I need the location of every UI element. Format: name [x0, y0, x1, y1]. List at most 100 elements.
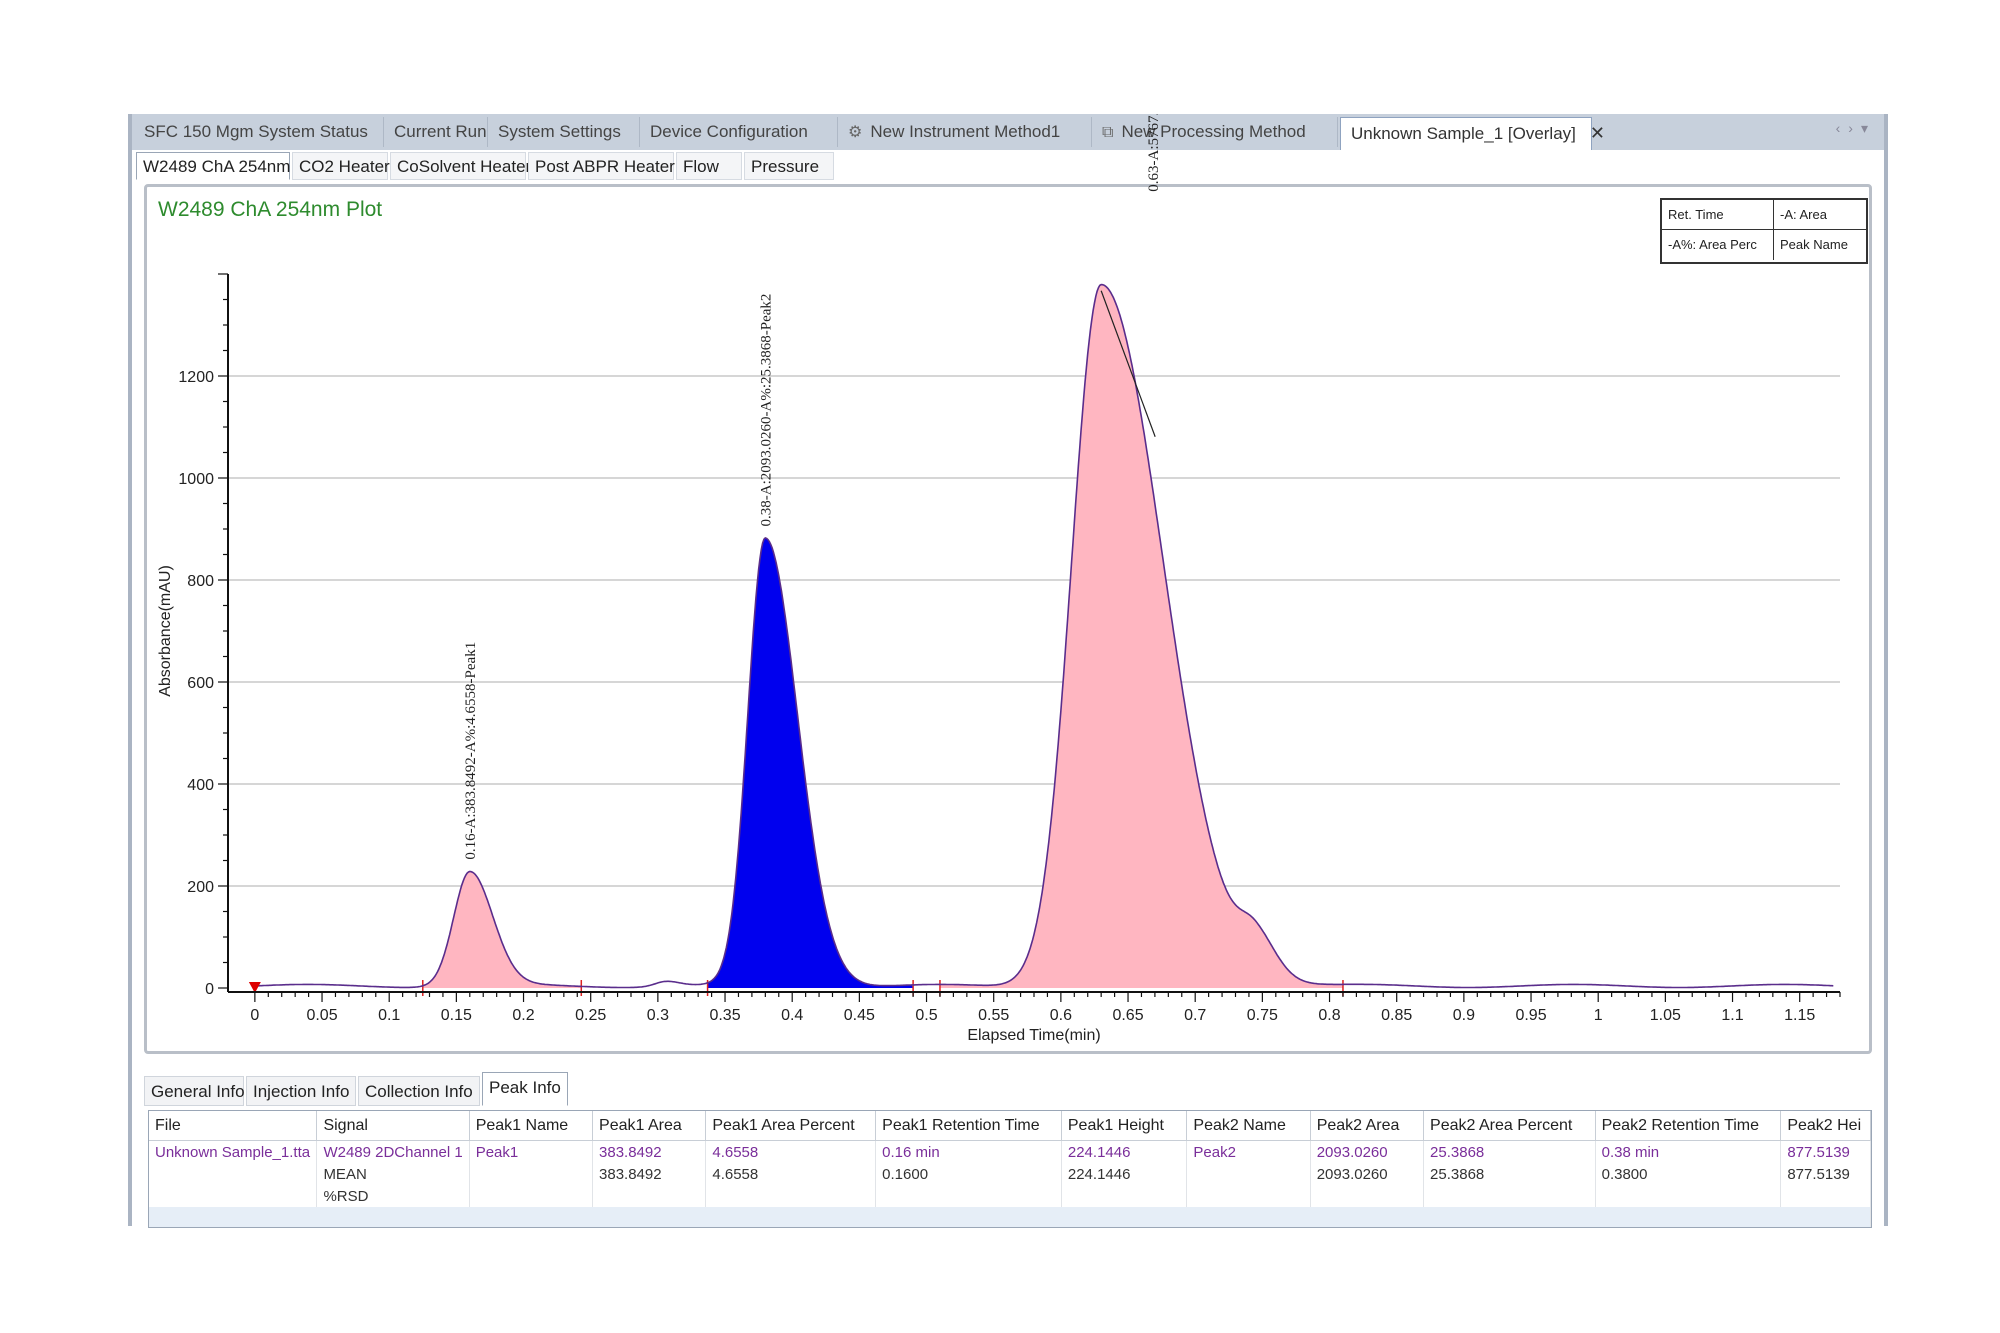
legend-peak-name: Peak Name [1780, 237, 1848, 252]
info-tab-bar: General Info Injection Info Collection I… [144, 1072, 1872, 1106]
table-cell [875, 1185, 1062, 1207]
table-empty-row [149, 1207, 1871, 1227]
x-tick-label: 0.1 [378, 1007, 400, 1024]
tab-label: Collection Info [365, 1082, 473, 1101]
table-cell: 383.8492 [592, 1140, 707, 1163]
column-header[interactable]: Peak1 Area [592, 1111, 707, 1141]
table-cell: W2489 2DChannel 1 [316, 1140, 470, 1163]
table-cell [1186, 1163, 1311, 1185]
table-cell [1780, 1185, 1871, 1207]
column-header[interactable]: Peak2 Area [1310, 1111, 1425, 1141]
chart-legend: Ret. Time -A: Area -A%: Area Perc Peak N… [1660, 198, 1868, 264]
table-cell: 0.38 min [1595, 1140, 1782, 1163]
application-window: SFC 150 Mgm System Status Current Run Sy… [128, 114, 1888, 1228]
x-tick-label: 0.95 [1515, 1007, 1546, 1024]
column-header[interactable]: File [149, 1111, 318, 1141]
tab-general-info[interactable]: General Info [144, 1076, 245, 1106]
tab-peak-info[interactable]: Peak Info [482, 1072, 568, 1106]
legend-area-percent: -A%: Area Perc [1662, 230, 1774, 260]
y-tick-label: 200 [187, 879, 214, 896]
table-cell [592, 1185, 707, 1207]
column-header[interactable]: Peak2 Name [1186, 1111, 1311, 1141]
x-tick-label: 1.1 [1721, 1007, 1743, 1024]
chromatogram-chart[interactable]: 0 200 400 600 800 1000 1200 0 0.05 0.1 0.15 0.2 0.25… [132, 114, 1884, 1074]
table-header-row: File Signal Peak1 Name Peak1 Area Peak1 … [149, 1111, 1871, 1141]
table-cell [469, 1185, 594, 1207]
table-cell: 25.3868 [1423, 1163, 1596, 1185]
y-tick-label: 600 [187, 675, 214, 692]
table-cell: 0.1600 [875, 1163, 1062, 1185]
y-axis-label: Absorbance(mAU) [157, 565, 174, 697]
peak-info-table[interactable]: File Signal Peak1 Name Peak1 Area Peak1 … [148, 1110, 1872, 1228]
table-cell [1595, 1185, 1782, 1207]
column-header[interactable]: Peak1 Area Percent [705, 1111, 877, 1141]
peak-fill-1[interactable] [422, 871, 582, 989]
table-row[interactable]: %RSD [149, 1185, 1871, 1207]
x-tick-label: 0.65 [1112, 1007, 1143, 1024]
table-cell: %RSD [316, 1185, 470, 1207]
x-tick-label: 0.75 [1247, 1007, 1278, 1024]
table-cell [1310, 1185, 1425, 1207]
x-tick-label: 0.35 [709, 1007, 740, 1024]
column-header[interactable]: Peak1 Retention Time [875, 1111, 1062, 1141]
x-tick-label: 0.6 [1050, 1007, 1072, 1024]
table-cell: 2093.0260 [1310, 1163, 1425, 1185]
tab-label: Peak Info [489, 1078, 561, 1097]
column-header[interactable]: Peak2 Hei [1780, 1111, 1871, 1141]
column-header[interactable]: Peak1 Height [1061, 1111, 1188, 1141]
y-tick-label: 1200 [178, 369, 214, 386]
table-cell: 2093.0260 [1310, 1140, 1425, 1163]
legend-area: -A: Area [1774, 200, 1866, 230]
x-tick-label: 0.9 [1453, 1007, 1475, 1024]
signal-trace [254, 283, 1834, 989]
table-row[interactable]: MEAN 383.8492 4.6558 0.1600 224.1446 209… [149, 1163, 1871, 1185]
table-cell [149, 1185, 318, 1207]
table-cell [1061, 1185, 1188, 1207]
column-header[interactable]: Peak1 Name [469, 1111, 594, 1141]
x-axis-label: Elapsed Time(min) [967, 1027, 1100, 1044]
table-cell: 877.5139 [1780, 1163, 1871, 1185]
column-header[interactable]: Peak2 Area Percent [1423, 1111, 1596, 1141]
x-tick-label: 0 [250, 1007, 259, 1024]
x-tick-label: 0.7 [1184, 1007, 1206, 1024]
table-cell: 4.6558 [705, 1140, 877, 1163]
column-header[interactable]: Peak2 Retention Time [1595, 1111, 1782, 1141]
table-cell: Unknown Sample_1.tta [149, 1140, 318, 1163]
x-tick-label: 0.15 [441, 1007, 472, 1024]
x-tick-label: 1 [1594, 1007, 1603, 1024]
table-cell: 224.1446 [1061, 1140, 1188, 1163]
peak-fill-3[interactable] [939, 284, 1343, 989]
tab-injection-info[interactable]: Injection Info [246, 1076, 356, 1106]
tab-label: General Info [151, 1082, 245, 1101]
table-cell: 25.3868 [1423, 1140, 1596, 1163]
table-cell: 0.3800 [1595, 1163, 1782, 1185]
tab-collection-info[interactable]: Collection Info [358, 1076, 480, 1106]
column-header[interactable]: Signal [316, 1111, 470, 1141]
table-cell: Peak2 [1186, 1140, 1311, 1163]
x-tick-label: 0.4 [781, 1007, 803, 1024]
x-tick-label: 0.25 [575, 1007, 606, 1024]
y-tick-label: 800 [187, 573, 214, 590]
table-cell: MEAN [316, 1163, 470, 1185]
y-tick-label: 0 [205, 981, 214, 998]
table-cell: 0.16 min [875, 1140, 1062, 1163]
table-cell: 877.5139 [1780, 1140, 1871, 1163]
table-cell [705, 1185, 877, 1207]
x-tick-label: 0.45 [844, 1007, 875, 1024]
table-row[interactable]: Unknown Sample_1.tta W2489 2DChannel 1 P… [149, 1140, 1871, 1163]
table-cell [469, 1163, 594, 1185]
table-cell: 383.8492 [592, 1163, 707, 1185]
peak-label-1: 0.16-A:383.8492-A%:4.6558-Peak1 [463, 642, 479, 860]
table-cell [1186, 1185, 1311, 1207]
x-tick-label: 0.85 [1381, 1007, 1412, 1024]
peak-label-2: 0.38-A:2093.0260-A%:25.3868-Peak2 [758, 294, 774, 527]
y-tick-label: 1000 [178, 471, 214, 488]
tab-label: Injection Info [253, 1082, 350, 1101]
x-tick-label: 0.05 [306, 1007, 337, 1024]
table-cell [149, 1163, 318, 1185]
x-tick-label: 1.05 [1650, 1007, 1681, 1024]
peak-fill-2[interactable] [707, 537, 914, 988]
x-tick-label: 0.5 [915, 1007, 937, 1024]
table-cell: 224.1446 [1061, 1163, 1188, 1185]
peak-label-3: 0.63-A:5767.6799-A%:69.9574-Peak3 [1146, 114, 1162, 192]
